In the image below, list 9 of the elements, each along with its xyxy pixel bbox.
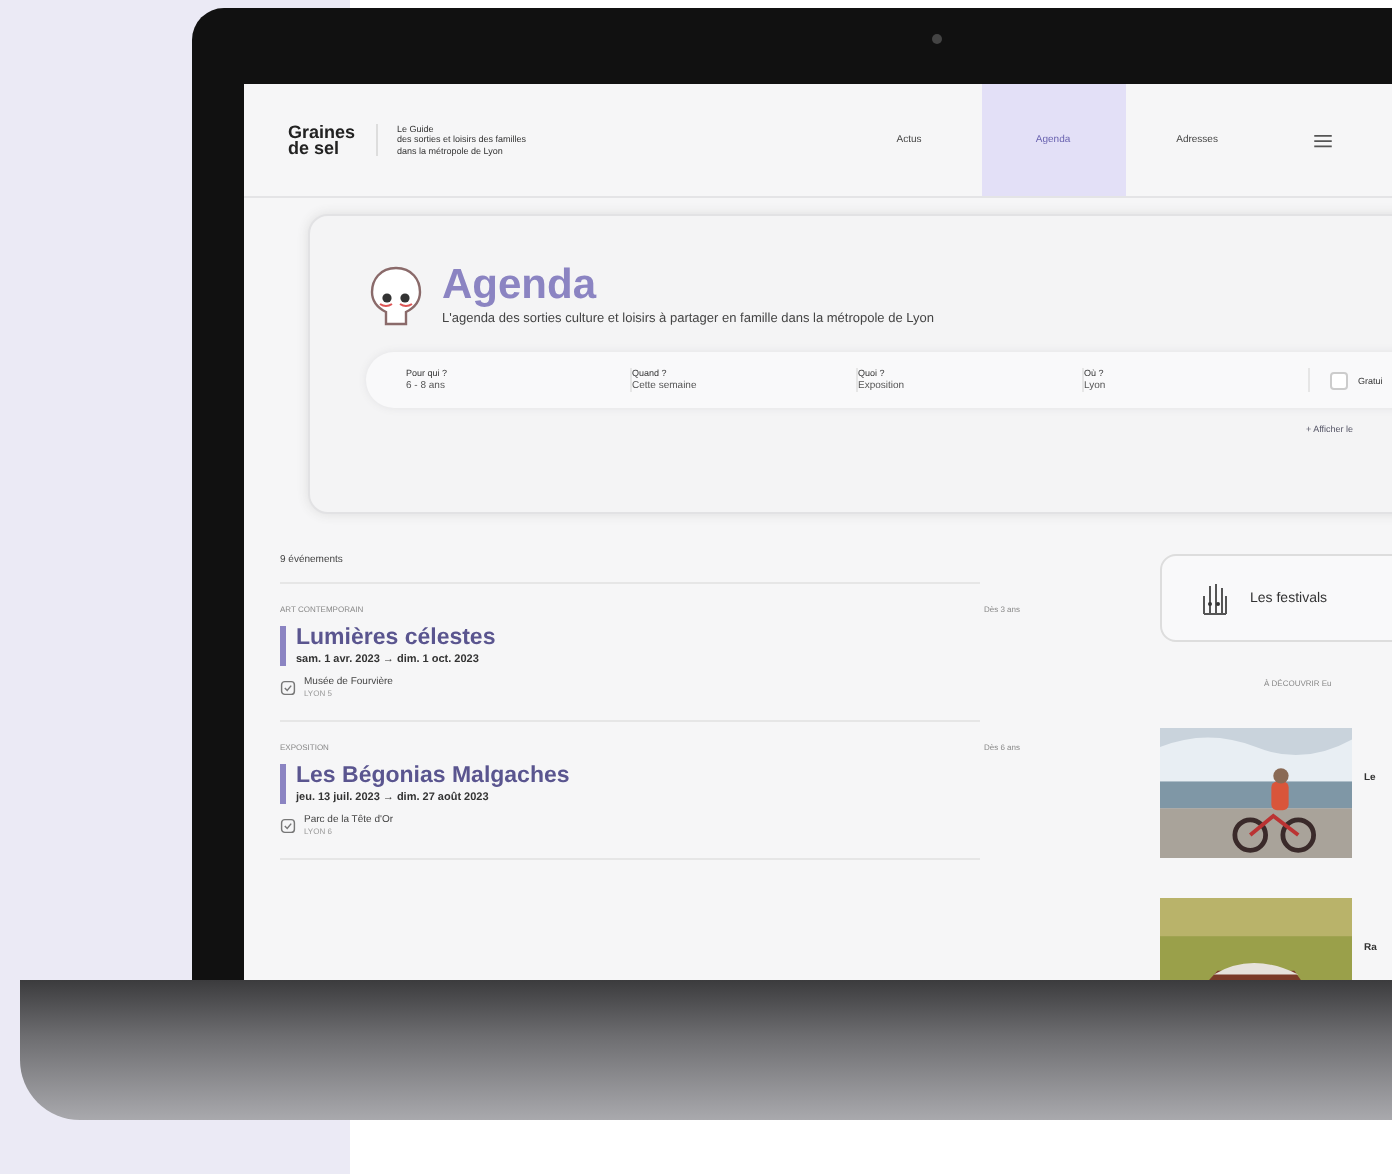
menu-icon[interactable] bbox=[1313, 133, 1332, 147]
camera-icon bbox=[932, 34, 942, 44]
location-icon bbox=[280, 818, 296, 834]
site-logo[interactable]: Graines de sel bbox=[288, 124, 378, 156]
page-title: Agenda bbox=[442, 264, 599, 308]
location-icon bbox=[280, 680, 296, 696]
event-title[interactable]: Les Bégonias Malgaches bbox=[296, 764, 980, 788]
event-title[interactable]: Lumières célestes bbox=[296, 626, 980, 650]
checkbox[interactable] bbox=[1330, 371, 1348, 389]
